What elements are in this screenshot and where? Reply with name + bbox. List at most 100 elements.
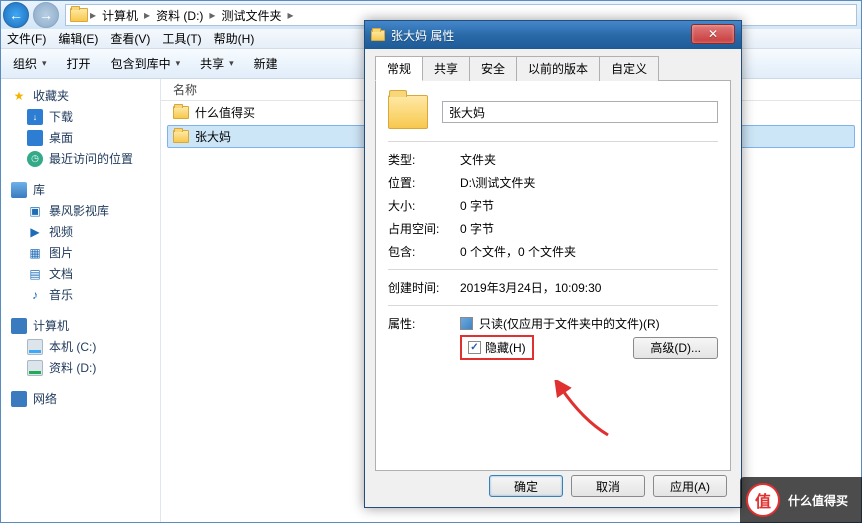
sidebar-item-label: 文档	[49, 265, 73, 282]
tab-previous[interactable]: 以前的版本	[516, 56, 600, 81]
folder-icon	[371, 30, 385, 41]
folder-icon	[70, 8, 88, 22]
folder-icon	[173, 130, 189, 143]
drive-icon	[27, 360, 43, 376]
readonly-label: 只读(仅应用于文件夹中的文件)(R)	[479, 315, 660, 332]
tabs: 常规 共享 安全 以前的版本 自定义	[375, 55, 731, 81]
sidebar-computer[interactable]: 计算机	[1, 315, 160, 336]
chevron-right-icon: ▸	[287, 8, 293, 22]
sidebar-network[interactable]: 网络	[1, 388, 160, 409]
label-size: 大小:	[388, 197, 460, 214]
tab-custom[interactable]: 自定义	[599, 56, 659, 81]
folder-icon	[173, 106, 189, 119]
sidebar-item-label: 最近访问的位置	[49, 150, 133, 167]
sidebar: ★ 收藏夹 ↓ 下载 桌面 ◷最近访问的位置 库 ▣暴风影视库 ▶视频 ▦ 图片 ▤ 文…	[1, 79, 161, 522]
library-icon	[11, 182, 27, 198]
folder-large-icon	[388, 95, 428, 129]
sidebar-item-downloads[interactable]: ↓ 下载	[1, 106, 160, 127]
value-location: D:\测试文件夹	[460, 174, 718, 191]
video-icon: ▶	[27, 224, 43, 240]
sidebar-item-label: 资料 (D:)	[49, 359, 96, 376]
label-attributes: 属性:	[388, 315, 460, 332]
sidebar-item-label: 本机 (C:)	[49, 338, 96, 355]
network-icon	[11, 391, 27, 407]
toolbar-include[interactable]: 包含到库中	[105, 53, 187, 74]
advanced-button[interactable]: 高级(D)...	[633, 337, 718, 359]
value-created: 2019年3月24日，10:09:30	[460, 279, 718, 296]
close-icon: ✕	[708, 27, 718, 41]
chevron-right-icon: ▸	[90, 8, 96, 22]
close-button[interactable]: ✕	[691, 24, 735, 44]
sidebar-item-desktop[interactable]: 桌面	[1, 127, 160, 148]
readonly-checkbox[interactable]	[460, 317, 473, 330]
picture-icon: ▦	[27, 245, 43, 261]
ok-button[interactable]: 确定	[489, 475, 563, 497]
menu-edit[interactable]: 编辑(E)	[58, 30, 98, 47]
hidden-label: 隐藏(H)	[485, 339, 526, 356]
breadcrumb-item[interactable]: 测试文件夹	[217, 7, 285, 24]
tab-share[interactable]: 共享	[422, 56, 470, 81]
toolbar-newfolder[interactable]: 新建	[248, 53, 284, 74]
hidden-checkbox[interactable]	[468, 341, 481, 354]
properties-dialog: 张大妈 属性 ✕ 常规 共享 安全 以前的版本 自定义 类型:文件夹 位置:D:…	[364, 20, 742, 508]
breadcrumb-item[interactable]: 资料 (D:)	[152, 7, 207, 24]
sidebar-head-label: 计算机	[33, 317, 69, 334]
sidebar-item-pictures[interactable]: ▦ 图片	[1, 242, 160, 263]
toolbar-organize[interactable]: 组织	[7, 53, 53, 74]
nav-back-button[interactable]: ←	[3, 2, 29, 28]
sidebar-libraries[interactable]: 库	[1, 179, 160, 200]
value-contains: 0 个文件，0 个文件夹	[460, 243, 718, 260]
nav-forward-button[interactable]: →	[33, 2, 59, 28]
toolbar-open[interactable]: 打开	[61, 53, 97, 74]
sidebar-item-drive-d[interactable]: 资料 (D:)	[1, 357, 160, 378]
apply-button[interactable]: 应用(A)	[653, 475, 727, 497]
sidebar-favorites[interactable]: ★ 收藏夹	[1, 85, 160, 106]
sidebar-item-music[interactable]: ♪ 音乐	[1, 284, 160, 305]
sidebar-item-baofeng[interactable]: ▣暴风影视库	[1, 200, 160, 221]
label-created: 创建时间:	[388, 279, 460, 296]
sidebar-item-documents[interactable]: ▤ 文档	[1, 263, 160, 284]
sidebar-item-label: 图片	[49, 244, 73, 261]
sidebar-item-label: 桌面	[49, 129, 73, 146]
toolbar-share[interactable]: 共享	[194, 53, 240, 74]
menu-view[interactable]: 查看(V)	[110, 30, 150, 47]
drive-icon	[27, 339, 43, 355]
sidebar-item-label: 音乐	[49, 286, 73, 303]
tab-general[interactable]: 常规	[375, 56, 423, 81]
computer-icon	[11, 318, 27, 334]
document-icon: ▤	[27, 266, 43, 282]
folder-name: 张大妈	[195, 128, 231, 145]
watermark-text: 什么值得买	[788, 492, 848, 509]
watermark-badge: 值	[746, 483, 780, 517]
hidden-highlight: 隐藏(H)	[460, 335, 534, 360]
label-contains: 包含:	[388, 243, 460, 260]
sidebar-head-label: 网络	[33, 390, 57, 407]
menu-file[interactable]: 文件(F)	[7, 30, 46, 47]
dialog-title-text: 张大妈 属性	[391, 27, 454, 44]
chevron-right-icon: ▸	[144, 8, 150, 22]
desktop-icon	[27, 130, 43, 146]
menu-help[interactable]: 帮助(H)	[214, 30, 255, 47]
sidebar-head-label: 库	[33, 181, 45, 198]
music-icon: ♪	[27, 287, 43, 303]
label-type: 类型:	[388, 151, 460, 168]
sidebar-item-drive-c[interactable]: 本机 (C:)	[1, 336, 160, 357]
folder-name: 什么值得买	[195, 104, 255, 121]
cancel-button[interactable]: 取消	[571, 475, 645, 497]
star-icon: ★	[11, 88, 27, 104]
sidebar-item-videos[interactable]: ▶视频	[1, 221, 160, 242]
sidebar-item-recent[interactable]: ◷最近访问的位置	[1, 148, 160, 169]
tab-panel-general: 类型:文件夹 位置:D:\测试文件夹 大小:0 字节 占用空间:0 字节 包含:…	[375, 81, 731, 471]
menu-tools[interactable]: 工具(T)	[162, 30, 201, 47]
tab-security[interactable]: 安全	[469, 56, 517, 81]
label-ondisk: 占用空间:	[388, 220, 460, 237]
breadcrumb-item[interactable]: 计算机	[98, 7, 142, 24]
folder-name-input[interactable]	[442, 101, 718, 123]
dialog-titlebar[interactable]: 张大妈 属性 ✕	[365, 21, 741, 49]
media-icon: ▣	[27, 203, 43, 219]
sidebar-item-label: 下载	[49, 108, 73, 125]
sidebar-head-label: 收藏夹	[33, 87, 69, 104]
download-icon: ↓	[27, 109, 43, 125]
value-size: 0 字节	[460, 197, 718, 214]
value-ondisk: 0 字节	[460, 220, 718, 237]
